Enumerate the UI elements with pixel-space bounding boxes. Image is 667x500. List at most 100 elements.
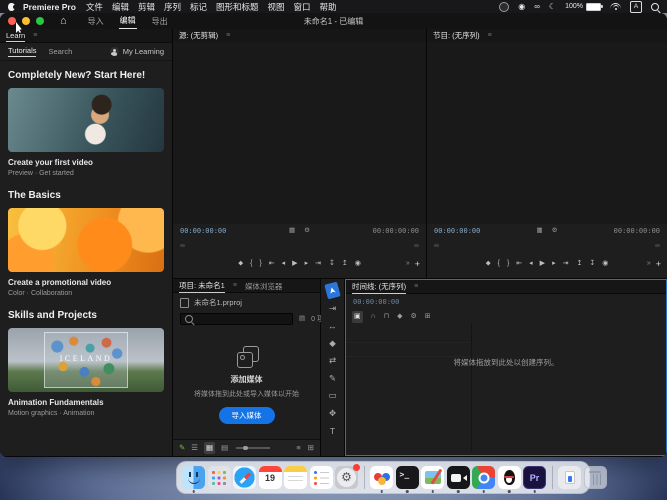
- play-icon[interactable]: ▶: [292, 259, 297, 269]
- mark-in-icon[interactable]: {: [498, 259, 500, 269]
- learn-tab-tutorials[interactable]: Tutorials: [8, 46, 36, 57]
- nest-toggle-icon[interactable]: ▣: [352, 311, 363, 323]
- import-media-button[interactable]: 导入媒体: [219, 407, 275, 424]
- more-buttons-icon[interactable]: »: [647, 259, 651, 269]
- dock-item-qq[interactable]: [498, 466, 521, 489]
- menu-item-markers[interactable]: 标记: [190, 1, 207, 13]
- dock-item-trash[interactable]: [584, 466, 607, 489]
- tutorial-card-image-animation[interactable]: ICELAND: [8, 328, 164, 392]
- new-item-icon[interactable]: ⊞: [308, 443, 314, 453]
- dock-item-finder[interactable]: [182, 466, 205, 489]
- go-to-out-icon[interactable]: ⇥: [563, 259, 569, 269]
- razor-tool[interactable]: ◆: [325, 337, 340, 350]
- add-marker-icon[interactable]: ⬥: [238, 259, 243, 269]
- dock-item-reminders[interactable]: [310, 466, 333, 489]
- dock-item-calendar[interactable]: 19: [259, 466, 282, 489]
- timeline-tab[interactable]: 时间线: (无序列): [352, 279, 406, 294]
- extract-icon[interactable]: ↧: [589, 259, 595, 269]
- sort-icon[interactable]: ≡: [296, 443, 300, 453]
- timeline-add-marker-icon[interactable]: ◆: [397, 312, 402, 322]
- learn-panel-tab[interactable]: Learn: [6, 29, 25, 42]
- button-editor-add-icon[interactable]: +: [415, 259, 420, 269]
- step-back-icon[interactable]: ◂: [529, 259, 533, 269]
- project-panel-tab[interactable]: 项目: 未命名1: [179, 278, 225, 293]
- dock-item-safari[interactable]: [233, 466, 256, 489]
- slip-tool[interactable]: ⇄: [325, 354, 340, 367]
- minimize-window-button[interactable]: [22, 17, 30, 25]
- panel-menu-icon[interactable]: ≡: [233, 282, 237, 289]
- dock-item-system-settings[interactable]: ⚙: [335, 466, 358, 489]
- export-frame-icon[interactable]: ◉: [602, 259, 608, 269]
- zoom-level-icon[interactable]: ▦: [537, 226, 543, 236]
- linked-selection-icon[interactable]: ⊓: [384, 312, 389, 322]
- program-monitor-tab[interactable]: 节目: (无序列): [433, 28, 480, 43]
- pen-tool[interactable]: ✎: [325, 372, 340, 385]
- panel-menu-icon[interactable]: ≡: [226, 32, 230, 39]
- media-bin-icon[interactable]: ▤: [299, 314, 305, 324]
- selection-tool[interactable]: ➤: [324, 282, 340, 300]
- dock-item-cloud-drive[interactable]: [370, 466, 393, 489]
- insert-icon[interactable]: ↧: [329, 259, 335, 269]
- siri-icon[interactable]: [499, 2, 509, 12]
- menu-item-window[interactable]: 窗口: [294, 1, 311, 13]
- zoom-level-icon[interactable]: ▦: [289, 226, 295, 236]
- go-to-out-icon[interactable]: ⇥: [315, 259, 321, 269]
- panel-menu-icon[interactable]: ≡: [33, 32, 37, 39]
- freeform-view-icon[interactable]: ▤: [221, 443, 228, 453]
- media-browser-tab[interactable]: 媒体浏览器: [245, 279, 283, 293]
- record-indicator-icon[interactable]: ◉: [518, 3, 525, 11]
- tab-import[interactable]: 导入: [87, 14, 105, 29]
- close-window-button[interactable]: [8, 17, 16, 25]
- more-buttons-icon[interactable]: »: [406, 259, 410, 269]
- menu-item-help[interactable]: 帮助: [320, 1, 337, 13]
- learn-tab-search[interactable]: Search: [48, 47, 72, 56]
- play-icon[interactable]: ▶: [540, 259, 545, 269]
- menu-item-sequence[interactable]: 序列: [164, 1, 181, 13]
- my-learning-link[interactable]: My Learning: [110, 47, 164, 56]
- input-source-icon[interactable]: A: [630, 1, 642, 13]
- type-tool[interactable]: T: [325, 424, 340, 437]
- menu-item-clip[interactable]: 剪辑: [138, 1, 155, 13]
- mark-out-icon[interactable]: }: [507, 259, 509, 269]
- dock-item-screen-recorder[interactable]: [447, 466, 470, 489]
- rectangle-tool[interactable]: ▭: [325, 389, 340, 402]
- mark-in-icon[interactable]: {: [250, 259, 252, 269]
- list-view-icon[interactable]: ☰: [191, 443, 198, 453]
- program-zoom-scrollbar[interactable]: [434, 243, 660, 248]
- dock-item-notes[interactable]: [284, 466, 307, 489]
- menu-item-graphics-titles[interactable]: 图形和标题: [216, 1, 259, 13]
- ripple-edit-tool[interactable]: ↔: [325, 319, 340, 332]
- caption-settings-icon[interactable]: ⊞: [425, 312, 431, 322]
- lift-icon[interactable]: ↥: [576, 259, 582, 269]
- button-editor-add-icon[interactable]: +: [656, 259, 661, 269]
- monitor-settings-wrench-icon[interactable]: ⚙: [304, 226, 310, 236]
- spotlight-icon[interactable]: [651, 3, 659, 11]
- menu-item-edit[interactable]: 编辑: [112, 1, 129, 13]
- battery-status[interactable]: 100%: [565, 3, 601, 11]
- icon-view-icon[interactable]: ▦: [204, 442, 215, 454]
- panel-menu-icon[interactable]: ≡: [414, 283, 418, 290]
- apple-menu-icon[interactable]: [8, 3, 15, 11]
- source-monitor-tab[interactable]: 源: (无剪辑): [179, 28, 218, 43]
- add-marker-icon[interactable]: ⬥: [486, 259, 491, 269]
- dock-item-chrome[interactable]: [472, 466, 495, 489]
- step-back-icon[interactable]: ◂: [282, 259, 286, 269]
- menu-item-view[interactable]: 视图: [268, 1, 285, 13]
- tab-edit[interactable]: 编辑: [119, 13, 137, 29]
- creative-cloud-icon[interactable]: ∞: [534, 3, 540, 11]
- step-forward-icon[interactable]: ▸: [552, 259, 556, 269]
- menu-item-file[interactable]: 文件: [86, 1, 103, 13]
- overwrite-icon[interactable]: ↥: [342, 259, 348, 269]
- mark-out-icon[interactable]: }: [259, 259, 261, 269]
- dock-item-downloads[interactable]: [558, 466, 581, 489]
- timeline-settings-wrench-icon[interactable]: ⚙: [411, 312, 417, 322]
- tutorial-card-title[interactable]: Create your first video: [8, 158, 164, 167]
- tutorial-card-title[interactable]: Animation Fundamentals: [8, 398, 164, 407]
- export-frame-icon[interactable]: ◉: [355, 259, 361, 269]
- dock-item-terminal[interactable]: [396, 466, 419, 489]
- monitor-settings-wrench-icon[interactable]: ⚙: [552, 226, 558, 236]
- timeline-empty-hint[interactable]: 将媒体拖放到此处以创建序列。: [346, 357, 666, 368]
- snap-icon[interactable]: ∩: [371, 312, 376, 322]
- source-zoom-scrollbar[interactable]: [180, 243, 419, 248]
- search-input[interactable]: [197, 316, 288, 323]
